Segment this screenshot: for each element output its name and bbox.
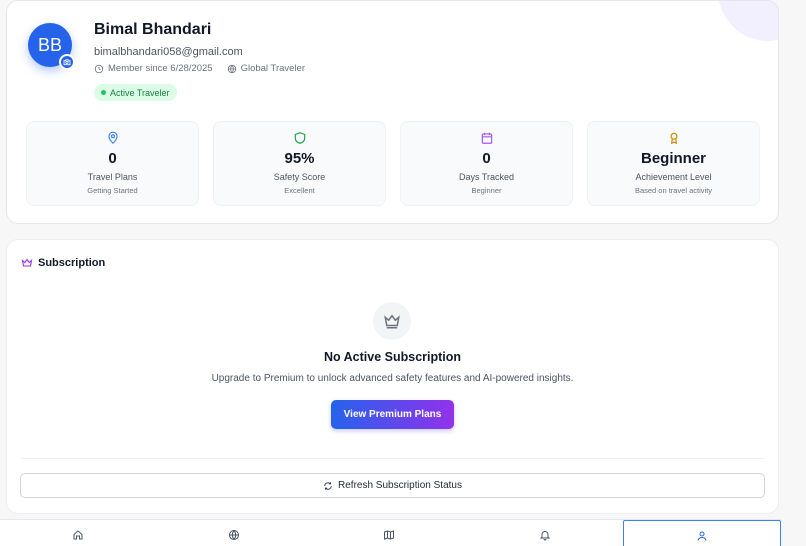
globe-icon [227,64,236,73]
status-badge: Active Traveler [94,84,177,101]
profile-meta: Member since 6/28/2025 Global Traveler [94,63,305,74]
stat-label: Travel Plans [87,172,138,182]
member-since: Member since 6/28/2025 [108,63,213,74]
stat-value: 0 [482,150,491,167]
stat-travel-plans: 0 Travel Plans Getting Started [26,121,199,206]
globe-icon [228,530,239,540]
stat-sub: Beginner [471,186,502,195]
bottom-nav [0,519,781,546]
bell-icon [540,531,551,541]
clock-icon [94,64,104,73]
stat-value: 95% [284,150,315,167]
subscription-title: Subscription [38,257,106,269]
stat-achievement-level: Beginner Achievement Level Based on trav… [587,121,760,206]
stats-row: 0 Travel Plans Getting Started 95% Safet… [26,121,760,206]
calendar-icon [481,132,492,144]
nav-map[interactable] [312,520,468,546]
stat-safety-score: 95% Safety Score Excellent [213,121,386,206]
profile-email: bimalbhandari058@gmail.com [94,46,243,58]
view-premium-plans-button[interactable]: View Premium Plans [331,400,454,429]
stat-label: Safety Score [273,172,326,182]
empty-state-icon [373,302,411,340]
crown-icon [21,258,33,267]
empty-state-description: Upgrade to Premium to unlock advanced sa… [211,373,574,384]
status-dot [101,90,106,95]
stat-value: Beginner [640,150,706,167]
nav-notifications[interactable] [467,520,623,546]
refresh-icon [324,481,332,490]
profile-name: Bimal Bhandari [94,21,212,38]
map-pin-icon [107,131,118,145]
crown-icon [384,314,400,329]
decorative-circle [718,1,778,41]
camera-icon[interactable] [59,54,75,70]
home-icon [73,530,83,540]
status-badge-label: Active Traveler [110,87,170,98]
stat-sub: Based on travel activity [634,186,713,195]
refresh-label: Refresh Subscription Status [338,480,462,491]
stat-value: 0 [108,150,117,167]
traveler-type: Global Traveler [240,63,305,74]
stat-label: Achievement Level [635,172,712,182]
stat-days-tracked: 0 Days Tracked Beginner [400,121,573,206]
nav-explore[interactable] [156,520,312,546]
shield-icon [294,132,305,144]
divider [21,458,764,459]
stat-sub: Getting Started [87,186,138,195]
avatar-initials: BB [37,34,62,55]
stat-sub: Excellent [284,186,315,195]
subscription-card: Subscription No Active Subscription Upgr… [6,239,779,514]
refresh-subscription-button[interactable]: Refresh Subscription Status [20,473,765,498]
subscription-heading: Subscription [21,257,105,269]
award-icon [670,132,677,145]
profile-card: BB Bimal Bhandari bimalbhandari058@gmail… [6,0,779,224]
stat-label: Days Tracked [458,172,515,182]
empty-state-title: No Active Subscription [323,350,462,364]
user-icon [697,531,707,541]
nav-profile[interactable] [623,520,781,546]
nav-home[interactable] [0,520,156,546]
map-icon [384,530,395,540]
